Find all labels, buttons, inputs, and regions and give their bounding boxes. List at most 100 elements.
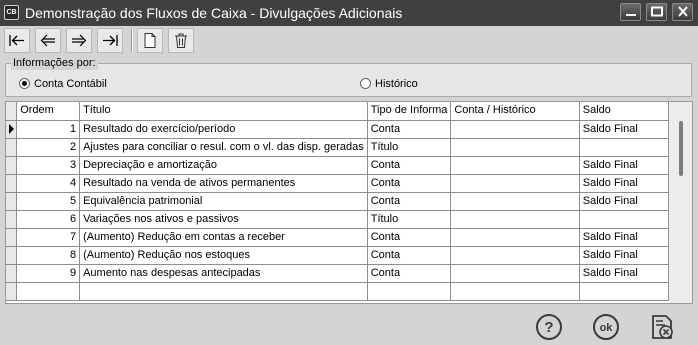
row-indicator[interactable] <box>6 156 18 175</box>
cell-conta-historico[interactable] <box>450 192 580 211</box>
cell-saldo[interactable]: Saldo Final <box>579 228 670 247</box>
table-row[interactable]: 1 Resultado do exercício/período Conta Sald… <box>6 120 670 139</box>
cell-titulo[interactable]: (Aumento) Redução em contas a receber <box>79 228 368 247</box>
cell-tipo[interactable]: Título <box>367 210 452 229</box>
row-indicator[interactable] <box>6 228 18 247</box>
cell-conta-historico[interactable] <box>450 120 580 139</box>
table-row[interactable]: 3 Depreciação e amortização Conta Saldo Fin… <box>6 156 670 175</box>
cell-titulo[interactable]: Variações nos ativos e passivos <box>79 210 368 229</box>
table-row[interactable]: 4 Resultado na venda de ativos permanente… <box>6 174 670 193</box>
cell-tipo[interactable]: Conta <box>367 156 452 175</box>
cell-tipo[interactable]: Título <box>367 138 452 157</box>
cell-titulo[interactable]: (Aumento) Redução nos estoques <box>79 246 368 265</box>
cell-ordem[interactable]: 1 <box>16 120 81 139</box>
table-row[interactable]: 5 Equivalência patrimonial Conta Saldo Fina… <box>6 192 670 211</box>
column-header-tipo[interactable]: Tipo de Informa <box>367 102 452 121</box>
historico-radio[interactable]: Histórico <box>360 77 440 91</box>
radio-checked-icon <box>19 78 30 89</box>
cell-saldo[interactable]: Saldo Final <box>579 264 670 283</box>
column-header-saldo[interactable]: Saldo <box>579 102 670 121</box>
empty-cell <box>79 282 368 301</box>
cell-tipo[interactable]: Conta <box>367 192 452 211</box>
row-indicator[interactable] <box>6 120 18 139</box>
row-indicator[interactable] <box>6 138 18 157</box>
cell-saldo[interactable] <box>579 138 670 157</box>
cell-ordem[interactable]: 8 <box>16 246 81 265</box>
cell-conta-historico[interactable] <box>450 246 580 265</box>
next-record-icon <box>72 34 87 47</box>
scrollbar-thumb[interactable] <box>679 121 683 176</box>
table-row[interactable]: 2 Ajustes para conciliar o resul. com o v… <box>6 138 670 157</box>
first-record-button[interactable] <box>4 28 30 53</box>
table-row[interactable]: 6 Variações nos ativos e passivos Título <box>6 210 670 229</box>
cell-saldo[interactable]: Saldo Final <box>579 120 670 139</box>
historico-label: Histórico <box>375 78 418 90</box>
cell-conta-historico[interactable] <box>450 264 580 283</box>
cell-conta-historico[interactable] <box>450 156 580 175</box>
row-indicator[interactable] <box>6 246 18 265</box>
new-button[interactable] <box>137 28 163 53</box>
conta-contabil-label: Conta Contábil <box>34 78 107 90</box>
cell-titulo[interactable]: Ajustes para conciliar o resul. com o vl… <box>79 138 368 157</box>
cell-conta-historico[interactable] <box>450 210 580 229</box>
empty-cell <box>6 282 18 301</box>
cell-titulo[interactable]: Resultado do exercício/período <box>79 120 368 139</box>
cell-tipo[interactable]: Conta <box>367 246 452 265</box>
cell-ordem[interactable]: 5 <box>16 192 81 211</box>
minimize-button[interactable] <box>620 3 641 21</box>
delete-button[interactable] <box>168 28 194 53</box>
cell-ordem[interactable]: 2 <box>16 138 81 157</box>
column-header-ordem[interactable]: Ordem <box>16 102 81 121</box>
cell-ordem[interactable]: 6 <box>16 210 81 229</box>
group-legend: Informações por: <box>11 56 98 70</box>
ok-button[interactable]: ok <box>591 312 621 342</box>
maximize-button[interactable] <box>646 3 667 21</box>
next-record-button[interactable] <box>66 28 92 53</box>
cell-titulo[interactable]: Resultado na venda de ativos permanentes <box>79 174 368 193</box>
empty-cell <box>579 282 670 301</box>
column-header-titulo[interactable]: Título <box>79 102 368 121</box>
table-row[interactable]: 7 (Aumento) Redução em contas a receber Co… <box>6 228 670 247</box>
cell-conta-historico[interactable] <box>450 174 580 193</box>
cell-ordem[interactable]: 9 <box>16 264 81 283</box>
row-indicator[interactable] <box>6 192 18 211</box>
cell-tipo[interactable]: Conta <box>367 228 452 247</box>
cell-conta-historico[interactable] <box>450 138 580 157</box>
table-row[interactable]: 8 (Aumento) Redução nos estoques Conta Sald… <box>6 246 670 265</box>
cell-saldo[interactable] <box>579 210 670 229</box>
delete-icon <box>175 33 187 48</box>
toolbar <box>0 26 698 56</box>
cell-saldo[interactable]: Saldo Final <box>579 192 670 211</box>
last-record-button[interactable] <box>97 28 123 53</box>
cell-conta-historico[interactable] <box>450 228 580 247</box>
empty-cell <box>367 282 452 301</box>
cell-saldo[interactable]: Saldo Final <box>579 156 670 175</box>
cell-tipo[interactable]: Conta <box>367 264 452 283</box>
cell-titulo[interactable]: Depreciação e amortização <box>79 156 368 175</box>
cell-titulo[interactable]: Equivalência patrimonial <box>79 192 368 211</box>
grid-table: Ordem Título Tipo de Informa Conta / His… <box>6 102 670 301</box>
cell-saldo[interactable]: Saldo Final <box>579 246 670 265</box>
table-row[interactable]: 9 Aumento nas despesas antecipadas Conta Sa… <box>6 264 670 283</box>
column-header-conta-historico[interactable]: Conta / Histórico <box>450 102 580 121</box>
conta-contabil-radio[interactable]: Conta Contábil <box>19 77 139 91</box>
previous-record-button[interactable] <box>35 28 61 53</box>
cell-ordem[interactable]: 7 <box>16 228 81 247</box>
cell-tipo[interactable]: Conta <box>367 120 452 139</box>
cell-titulo[interactable]: Aumento nas despesas antecipadas <box>79 264 368 283</box>
cell-tipo[interactable]: Conta <box>367 174 452 193</box>
row-indicator[interactable] <box>6 210 18 229</box>
maximize-icon <box>651 6 663 17</box>
cell-ordem[interactable]: 4 <box>16 174 81 193</box>
vertical-scrollbar[interactable] <box>669 102 692 303</box>
cancel-button[interactable] <box>647 312 677 342</box>
help-button[interactable]: ? <box>534 312 564 342</box>
close-button[interactable] <box>672 3 693 21</box>
cell-ordem[interactable]: 3 <box>16 156 81 175</box>
grid-header: Ordem Título Tipo de Informa Conta / His… <box>6 102 670 121</box>
data-grid[interactable]: Ordem Título Tipo de Informa Conta / His… <box>5 101 693 304</box>
row-indicator[interactable] <box>6 264 18 283</box>
cell-saldo[interactable]: Saldo Final <box>579 174 670 193</box>
row-indicator[interactable] <box>6 174 18 193</box>
current-row-pointer-icon <box>9 124 14 134</box>
